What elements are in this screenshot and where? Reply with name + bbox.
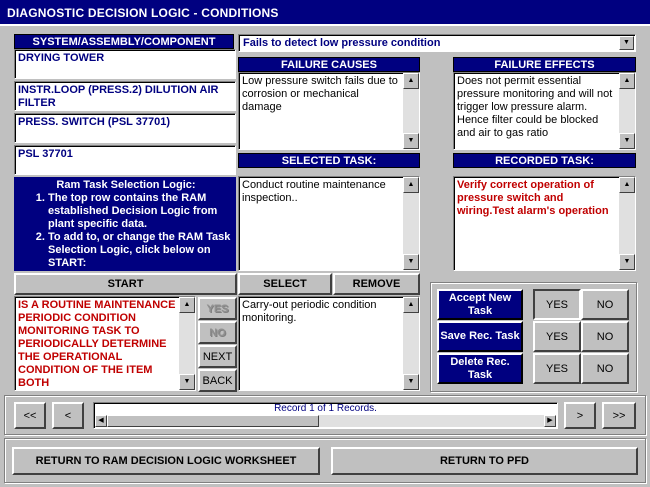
scroll-down-icon[interactable]: ▼ <box>619 254 635 270</box>
task-logic-steps: The top row contains the RAM established… <box>20 192 232 270</box>
failure-effects-text[interactable]: Does not permit essential pressure monit… <box>453 72 636 150</box>
first-record-button[interactable]: << <box>14 402 46 429</box>
failure-mode-select[interactable]: Fails to detect low pressure condition ▼ <box>238 34 636 52</box>
system-item-instr-loop[interactable]: INSTR.LOOP (PRESS.2) DILUTION AIR FILTER <box>14 81 236 111</box>
system-item-psl[interactable]: PSL 37701 <box>14 145 236 175</box>
task-logic-info: Ram Task Selection Logic: The top row co… <box>14 177 236 271</box>
return-pfd-button[interactable]: RETURN TO PFD <box>331 447 638 475</box>
scroll-down-icon[interactable]: ▼ <box>403 254 419 270</box>
failure-effects-value: Does not permit essential pressure monit… <box>457 75 613 139</box>
recorded-task-header: RECORDED TASK: <box>453 153 636 168</box>
scroll-down-icon[interactable]: ▼ <box>619 133 635 149</box>
yes-button-disabled[interactable]: YES <box>198 297 237 320</box>
candidate-task-scrollbar[interactable]: ▲ ▼ <box>403 297 419 390</box>
no-button-disabled[interactable]: NO <box>198 321 237 344</box>
scroll-right-icon[interactable]: ▶ <box>544 415 556 427</box>
candidate-task-value: Carry-out periodic condition monitoring. <box>242 299 377 324</box>
failure-causes-scrollbar[interactable]: ▲ ▼ <box>403 73 419 149</box>
system-item-label: INSTR.LOOP (PRESS.2) DILUTION AIR FILTER <box>18 84 219 109</box>
scroll-up-icon[interactable]: ▲ <box>403 297 419 313</box>
task-logic-step: The top row contains the RAM established… <box>48 192 232 231</box>
scroll-down-icon[interactable]: ▼ <box>403 133 419 149</box>
start-button[interactable]: START <box>14 273 237 295</box>
failure-mode-value: Fails to detect low pressure condition <box>243 37 441 49</box>
scroll-left-icon[interactable]: ◀ <box>95 415 107 427</box>
scroll-down-icon[interactable]: ▼ <box>403 374 419 390</box>
failure-effects-header: FAILURE EFFECTS <box>453 57 636 72</box>
record-status: Record 1 of 1 Records. <box>274 403 377 414</box>
delete-rec-task-label: Delete Rec. Task <box>437 353 523 384</box>
remove-button[interactable]: REMOVE <box>333 273 420 295</box>
task-logic-title: Ram Task Selection Logic: <box>56 179 196 191</box>
next-record-button[interactable]: > <box>564 402 596 429</box>
system-header: SYSTEM/ASSEMBLY/COMPONENT <box>14 34 234 49</box>
record-scrollbar[interactable]: ◀ ▶ <box>95 415 556 427</box>
failure-causes-text[interactable]: Low pressure switch fails due to corrosi… <box>238 72 420 150</box>
failure-causes-header: FAILURE CAUSES <box>238 57 420 72</box>
window-title: DIAGNOSTIC DECISION LOGIC - CONDITIONS <box>0 0 650 24</box>
accept-yes-button[interactable]: YES <box>533 289 581 320</box>
question-value: IS A ROUTINE MAINTENANCE PERIODIC CONDIT… <box>18 299 176 389</box>
selected-task-scrollbar[interactable]: ▲ ▼ <box>403 177 419 270</box>
system-item-drying-tower[interactable]: DRYING TOWER <box>14 49 236 79</box>
back-button[interactable]: BACK <box>198 369 237 392</box>
failure-effects-scrollbar[interactable]: ▲ ▼ <box>619 73 635 149</box>
scroll-up-icon[interactable]: ▲ <box>619 73 635 89</box>
scroll-up-icon[interactable]: ▲ <box>619 177 635 193</box>
chevron-down-icon[interactable]: ▼ <box>619 36 634 50</box>
recorded-task-text[interactable]: Verify correct operation of pressure swi… <box>453 176 636 271</box>
scroll-up-icon[interactable]: ▲ <box>179 297 195 313</box>
scroll-up-icon[interactable]: ▲ <box>403 177 419 193</box>
question-text[interactable]: IS A ROUTINE MAINTENANCE PERIODIC CONDIT… <box>14 296 196 391</box>
delete-yes-button[interactable]: YES <box>533 353 581 384</box>
system-item-press-switch[interactable]: PRESS. SWITCH (PSL 37701) <box>14 113 236 143</box>
save-yes-button[interactable]: YES <box>533 321 581 352</box>
last-record-button[interactable]: >> <box>602 402 636 429</box>
return-ram-worksheet-button[interactable]: RETURN TO RAM DECISION LOGIC WORKSHEET <box>12 447 320 475</box>
question-scrollbar[interactable]: ▲ ▼ <box>179 297 195 390</box>
scroll-up-icon[interactable]: ▲ <box>403 73 419 89</box>
system-item-label: DRYING TOWER <box>18 52 105 64</box>
selected-task-text[interactable]: Conduct routine maintenance inspection..… <box>238 176 420 271</box>
select-button[interactable]: SELECT <box>238 273 332 295</box>
recorded-task-value: Verify correct operation of pressure swi… <box>457 179 609 217</box>
recorded-task-scrollbar[interactable]: ▲ ▼ <box>619 177 635 270</box>
scroll-down-icon[interactable]: ▼ <box>179 374 195 390</box>
accept-no-button[interactable]: NO <box>581 289 629 320</box>
accept-new-task-label: Accept New Task <box>437 289 523 320</box>
scroll-thumb[interactable] <box>107 415 319 427</box>
save-no-button[interactable]: NO <box>581 321 629 352</box>
save-rec-task-label: Save Rec. Task <box>437 321 523 352</box>
title-divider <box>0 24 650 26</box>
prev-record-button[interactable]: < <box>52 402 84 429</box>
failure-causes-value: Low pressure switch fails due to corrosi… <box>242 75 398 113</box>
candidate-task-text[interactable]: Carry-out periodic condition monitoring.… <box>238 296 420 391</box>
selected-task-header: SELECTED TASK: <box>238 153 420 168</box>
selected-task-value: Conduct routine maintenance inspection.. <box>242 179 386 204</box>
system-item-label: PSL 37701 <box>18 148 73 160</box>
system-item-label: PRESS. SWITCH (PSL 37701) <box>18 116 171 128</box>
task-logic-step: To add to, or change the RAM Task Select… <box>48 231 232 270</box>
delete-no-button[interactable]: NO <box>581 353 629 384</box>
next-button[interactable]: NEXT <box>198 345 237 368</box>
record-status-box: Record 1 of 1 Records. ◀ ▶ <box>93 402 558 429</box>
